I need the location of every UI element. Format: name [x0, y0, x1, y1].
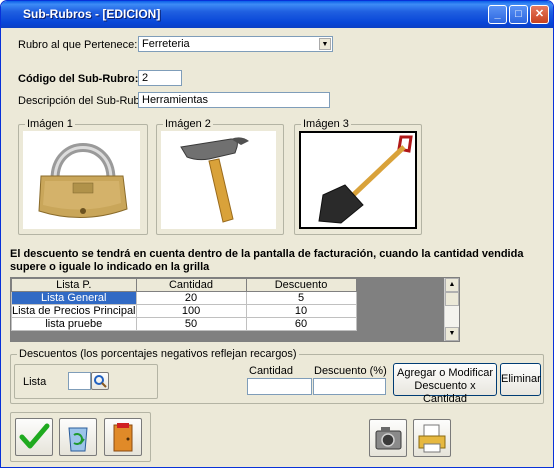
table-row[interactable]: Lista General 20 5: [11, 291, 357, 305]
grid-scrollbar[interactable]: ▲ ▼: [444, 278, 459, 341]
recycle-bin-icon: [68, 427, 88, 452]
search-icon: [94, 375, 107, 388]
table-cell[interactable]: 10: [245, 304, 357, 318]
rubro-select[interactable]: Ferreteria ▼: [138, 36, 333, 52]
table-cell[interactable]: 20: [135, 291, 247, 305]
rubro-value: Ferreteria: [142, 38, 190, 50]
lista-search-button[interactable]: [91, 372, 109, 390]
lista-field[interactable]: [68, 372, 91, 390]
table-cell[interactable]: Lista General: [11, 291, 137, 305]
column-header[interactable]: Cantidad: [135, 278, 247, 292]
codigo-label: Código del Sub-Rubro:: [18, 73, 139, 85]
discount-notice: El descuento se tendrá en cuenta dentro …: [10, 248, 524, 273]
printer-icon: [418, 424, 446, 453]
accept-button[interactable]: [15, 418, 53, 456]
scroll-up-button[interactable]: ▲: [445, 278, 459, 292]
minimize-icon: _: [494, 8, 501, 20]
descuento-label: Descuento (%): [314, 365, 387, 377]
sub-rubros-window: Sub-Rubros - [EDICION] _ □ ✕ Rubro al qu…: [0, 0, 554, 468]
column-header[interactable]: Descuento: [245, 278, 357, 292]
close-button[interactable]: ✕: [530, 5, 549, 24]
table-cell[interactable]: 60: [245, 317, 357, 331]
table-cell[interactable]: 5: [245, 291, 357, 305]
table-cell[interactable]: 100: [135, 304, 247, 318]
imagen-3-slot[interactable]: [299, 131, 417, 229]
close-icon: ✕: [534, 8, 545, 20]
table-row[interactable]: Lista de Precios Principal 100 10: [11, 304, 357, 318]
descripcion-label: Descripción del Sub-Rubro:: [18, 95, 153, 107]
delete-discount-button[interactable]: Eliminar: [500, 363, 541, 396]
chevron-up-icon: ▲: [448, 281, 456, 288]
cantidad-field[interactable]: [247, 378, 312, 395]
scroll-thumb[interactable]: [445, 292, 459, 306]
padlock-image: [38, 143, 128, 218]
descuento-field[interactable]: [313, 378, 386, 395]
chevron-down-icon[interactable]: ▼: [319, 38, 331, 50]
lista-label: Lista: [23, 376, 47, 388]
imagen-2-slot[interactable]: [161, 131, 276, 229]
print-button[interactable]: [413, 419, 451, 457]
camera-button[interactable]: [369, 419, 407, 457]
hammer-image: [180, 137, 249, 223]
discount-grid[interactable]: Lista P. Cantidad Descuento Lista Genera…: [10, 277, 460, 342]
imagen-1-slot[interactable]: [23, 131, 140, 229]
title-bar: Sub-Rubros - [EDICION] _ □ ✕: [1, 1, 553, 28]
exit-door-icon: [113, 423, 133, 452]
maximize-button[interactable]: □: [509, 5, 528, 24]
rubro-label: Rubro al que Pertenece:: [18, 39, 138, 51]
maximize-icon: □: [515, 8, 522, 20]
table-row[interactable]: lista pruebe 50 60: [11, 317, 357, 331]
table-cell[interactable]: 50: [135, 317, 247, 331]
cantidad-label: Cantidad: [249, 365, 294, 377]
imagen-3-label: Imágen 3: [301, 118, 351, 130]
exit-button[interactable]: [104, 418, 142, 456]
chevron-down-icon: ▼: [448, 330, 456, 337]
descuentos-group-label: Descuentos (los porcentajes negativos re…: [17, 348, 299, 360]
scroll-down-button[interactable]: ▼: [445, 327, 459, 341]
minimize-button[interactable]: _: [488, 5, 507, 24]
table-cell[interactable]: lista pruebe: [11, 317, 137, 331]
column-header[interactable]: Lista P.: [11, 278, 137, 292]
delete-button[interactable]: [59, 418, 97, 456]
imagen-2-label: Imágen 2: [163, 118, 213, 130]
imagen-1-label: Imágen 1: [25, 118, 75, 130]
camera-icon: [375, 427, 402, 450]
add-discount-button[interactable]: Agregar o Modificar Descuento x Cantidad: [393, 363, 497, 405]
table-cell[interactable]: Lista de Precios Principal: [11, 304, 137, 318]
window-title: Sub-Rubros - [EDICION]: [23, 7, 161, 21]
checkmark-icon: [19, 423, 50, 449]
shovel-image: [318, 135, 413, 224]
descripcion-field[interactable]: Herramientas: [138, 92, 330, 108]
codigo-field[interactable]: 2: [138, 70, 182, 86]
